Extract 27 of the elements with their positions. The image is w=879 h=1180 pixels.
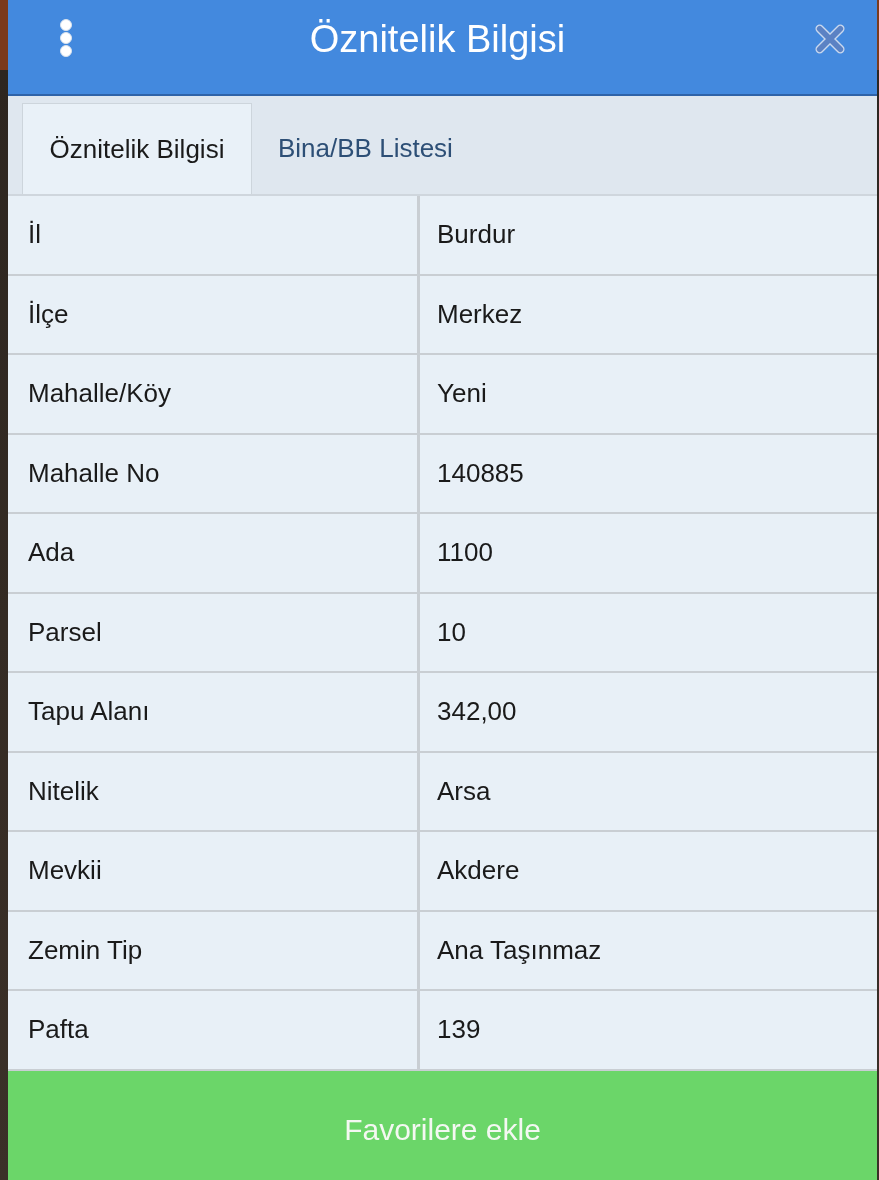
attribute-value-cell: Burdur — [420, 196, 877, 274]
attribute-value-cell: 140885 — [420, 434, 877, 512]
close-icon[interactable] — [815, 24, 845, 54]
attribute-name-cell: Tapu Alanı — [8, 673, 417, 751]
menu-icon[interactable] — [59, 18, 73, 58]
attribute-value-cell: Ana Taşınmaz — [420, 911, 877, 989]
attribute-value-cell: Akdere — [420, 832, 877, 910]
attribute-name-cell: Parsel — [8, 593, 417, 671]
attribute-value-cell: 342,00 — [420, 673, 877, 751]
attribute-name-cell: Mevkii — [8, 832, 417, 910]
attribute-value-cell: 10 — [420, 593, 877, 671]
attribute-name-cell: Zemin Tip — [8, 911, 417, 989]
attribute-value-cell: Merkez — [420, 275, 877, 353]
attribute-name-cell: İl — [8, 196, 417, 274]
attribute-value-cell: Arsa — [420, 752, 877, 830]
attribute-value-cell: Yeni — [420, 355, 877, 433]
attribute-name-cell: Pafta — [8, 991, 417, 1069]
tab[interactable]: Öznitelik Bilgisi — [22, 103, 252, 194]
attribute-value-cell: 1100 — [420, 514, 877, 592]
attribute-name-cell: Ada — [8, 514, 417, 592]
tab[interactable]: Bina/BB Listesi — [252, 103, 473, 194]
dialog-title: Öznitelik Bilgisi — [309, 17, 566, 61]
attribute-name-cell: Mahalle No — [8, 434, 417, 512]
attribute-name-cell: Mahalle/Köy — [8, 355, 417, 433]
attribute-value-cell: 139 — [420, 991, 877, 1069]
attribute-name-cell: Nitelik — [8, 752, 417, 830]
attribute-name-cell: İlçe — [8, 275, 417, 353]
